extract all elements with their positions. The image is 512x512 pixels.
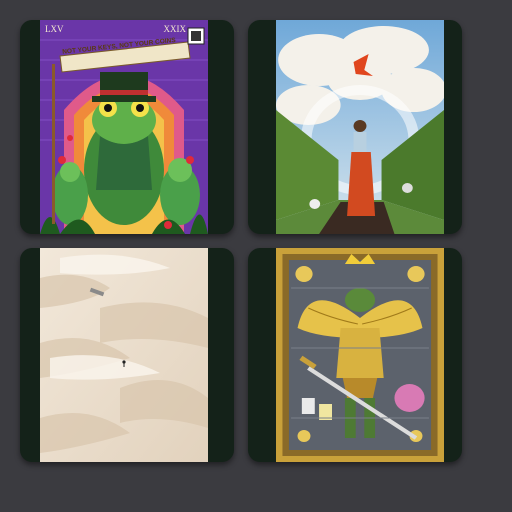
artwork-image-desert [40,248,208,462]
artwork-gallery: NOT YOUR KEYS, NOT YOUR COINS LXV XXIX [0,0,512,512]
artwork-image-frog: NOT YOUR KEYS, NOT YOUR COINS LXV XXIX [40,20,208,234]
corner-numeral-left: LXV [45,24,64,34]
artwork-card-frog[interactable]: NOT YOUR KEYS, NOT YOUR COINS LXV XXIX [20,20,234,234]
artwork-card-hedge-corridor[interactable] [248,20,462,234]
artwork-image-hedge-corridor [276,20,444,234]
corner-numeral-right: XXIX [163,24,187,34]
artwork-card-golden-warrior[interactable] [248,248,462,462]
artwork-image-golden-warrior [276,248,444,462]
artwork-card-desert[interactable] [20,248,234,462]
